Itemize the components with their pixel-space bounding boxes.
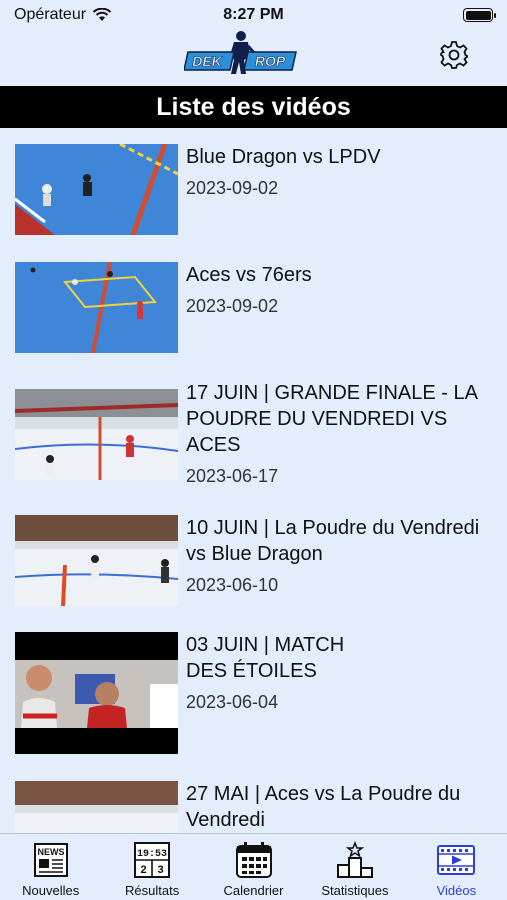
video-icon: [437, 845, 476, 875]
scoreboard-icon: 19:53 2 3: [134, 842, 171, 878]
video-title[interactable]: 27 MAI | Aces vs La Poudre du Vendredi: [186, 781, 498, 833]
video-title[interactable]: 17 JUIN | GRANDE FINALE - LA POUDRE DU V…: [186, 380, 498, 458]
video-date: 2023-09-02: [186, 178, 279, 198]
svg-text:2: 2: [140, 865, 147, 877]
video-date: 2023-06-10: [186, 575, 279, 595]
podium-icon: [336, 840, 373, 878]
video-list[interactable]: Blue Dragon vs LPDV 2023-09-02 Aces vs 7…: [0, 128, 507, 833]
tab-label: Statistiques: [321, 883, 389, 898]
app-logo: DEK ROP: [184, 31, 297, 74]
video-item[interactable]: 27 MAI | Aces vs La Poudre du Vendredi: [0, 781, 507, 833]
tab-label: Vidéos: [436, 883, 477, 898]
status-left: Opérateur: [14, 6, 112, 24]
newspaper-icon: NEWS: [33, 843, 68, 877]
video-thumbnail[interactable]: [15, 389, 178, 480]
video-title[interactable]: Aces vs 76ers: [186, 262, 498, 288]
page-title-bar: Liste des vidéos: [0, 86, 507, 128]
status-bar: Opérateur 8:27 PM: [0, 0, 507, 30]
video-title[interactable]: 10 JUIN | La Poudre du Vendredi vs Blue …: [186, 515, 498, 567]
tab-label: Nouvelles: [22, 883, 80, 898]
video-info[interactable]: 03 JUIN | MATCH DES ÉTOILES 2023-06-04: [186, 632, 498, 713]
wifi-icon: [92, 8, 112, 21]
svg-text:3: 3: [157, 865, 164, 877]
battery-icon: [463, 8, 496, 22]
video-item[interactable]: 17 JUIN | GRANDE FINALE - LA POUDRE DU V…: [0, 380, 507, 490]
tab-calendrier[interactable]: Calendrier: [203, 834, 304, 900]
video-item[interactable]: 10 JUIN | La Poudre du Vendredi vs Blue …: [0, 515, 507, 607]
svg-text:DEK: DEK: [192, 53, 222, 69]
video-item[interactable]: Aces vs 76ers 2023-09-02: [0, 262, 507, 354]
video-date: 2023-09-02: [186, 296, 279, 316]
tab-nouvelles[interactable]: NEWS Nouvelles: [0, 834, 101, 900]
tab-videos[interactable]: Vidéos: [406, 834, 507, 900]
video-thumbnail[interactable]: [15, 515, 178, 606]
video-thumbnail[interactable]: [15, 632, 178, 754]
video-info[interactable]: 17 JUIN | GRANDE FINALE - LA POUDRE DU V…: [186, 380, 498, 487]
gear-icon[interactable]: [439, 40, 469, 70]
video-date: 2023-06-17: [186, 466, 279, 486]
tab-label: Résultats: [125, 883, 180, 898]
tab-statistiques[interactable]: Statistiques: [304, 834, 405, 900]
video-info[interactable]: Blue Dragon vs LPDV 2023-09-02: [186, 144, 498, 199]
video-title[interactable]: Blue Dragon vs LPDV: [186, 144, 498, 170]
video-thumbnail[interactable]: [15, 144, 178, 235]
tab-bar: NEWS Nouvelles 19:53 2 3 Résultats Calen…: [0, 833, 507, 900]
tab-label: Calendrier: [223, 883, 284, 898]
carrier-label: Opérateur: [14, 6, 87, 23]
video-item[interactable]: 03 JUIN | MATCH DES ÉTOILES 2023-06-04: [0, 632, 507, 756]
app-header: DEK ROP: [0, 30, 507, 86]
video-info[interactable]: 10 JUIN | La Poudre du Vendredi vs Blue …: [186, 515, 498, 596]
tab-resultats[interactable]: 19:53 2 3 Résultats: [101, 834, 202, 900]
calendar-icon: [235, 842, 272, 878]
page-title: Liste des vidéos: [156, 92, 351, 121]
svg-text:NEWS: NEWS: [37, 847, 64, 857]
video-info[interactable]: 27 MAI | Aces vs La Poudre du Vendredi: [186, 781, 498, 833]
video-title[interactable]: 03 JUIN | MATCH DES ÉTOILES: [186, 632, 386, 684]
video-thumbnail[interactable]: [15, 262, 178, 353]
video-item[interactable]: Blue Dragon vs LPDV 2023-09-02: [0, 144, 507, 236]
svg-text:ROP: ROP: [255, 53, 286, 69]
svg-text:19:53: 19:53: [137, 849, 167, 860]
video-info[interactable]: Aces vs 76ers 2023-09-02: [186, 262, 498, 317]
video-thumbnail[interactable]: [15, 781, 178, 833]
video-date: 2023-06-04: [186, 692, 279, 712]
